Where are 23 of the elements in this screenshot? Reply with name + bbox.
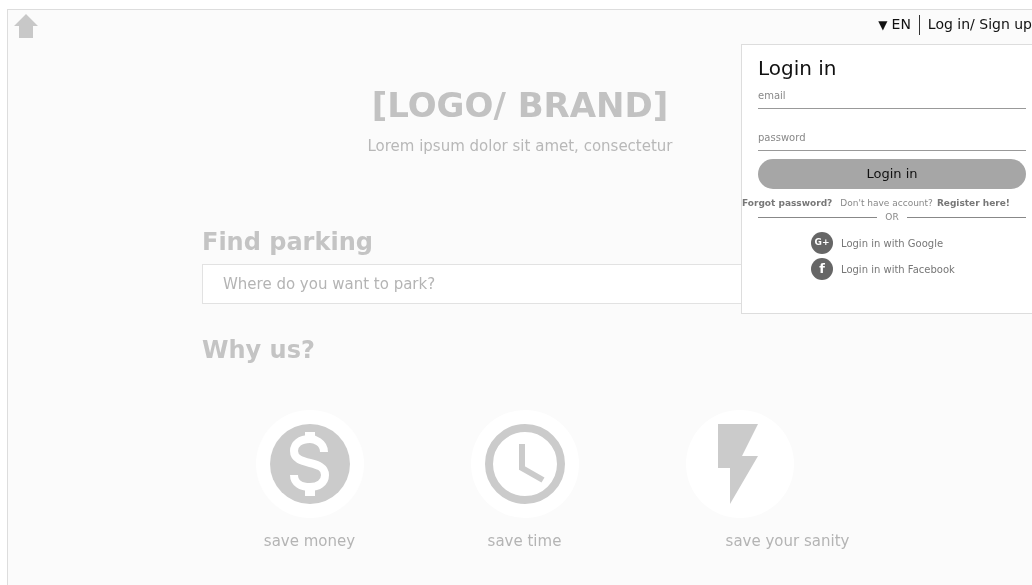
home-icon[interactable] [14,14,38,38]
caret-icon: ▼ [878,15,888,34]
no-account-text: Don't have account? [840,197,933,210]
social-login-link[interactable]: G+ Login in with Google [811,232,1032,254]
password-field[interactable]: password [758,125,1026,151]
clock-icon [484,423,565,504]
logo-text: [LOGO/ BRAND] [371,84,669,127]
register-link[interactable]: Register here! [936,197,1010,211]
language-selector[interactable]: ▼ EN [878,14,911,35]
feature-label: save your sanity [725,530,850,552]
facebook-icon: f [811,258,833,280]
auth-link[interactable]: Log in/ Sign up [927,14,1032,35]
feature-label: save money [263,530,356,552]
google-icon: G+ [811,232,833,254]
feature-label: save time [487,530,562,552]
dollar-icon [269,423,350,504]
divider-text: OR [885,210,899,224]
email-field[interactable]: email [758,83,1026,109]
tagline: Lorem ipsum dolor sit amet, consectetur [367,136,673,157]
forgot-password-link[interactable]: Forgot password? [742,197,833,211]
language-label: EN [891,15,911,34]
login-button[interactable]: Login in [758,159,1026,189]
popup-title: Login in [758,55,838,82]
